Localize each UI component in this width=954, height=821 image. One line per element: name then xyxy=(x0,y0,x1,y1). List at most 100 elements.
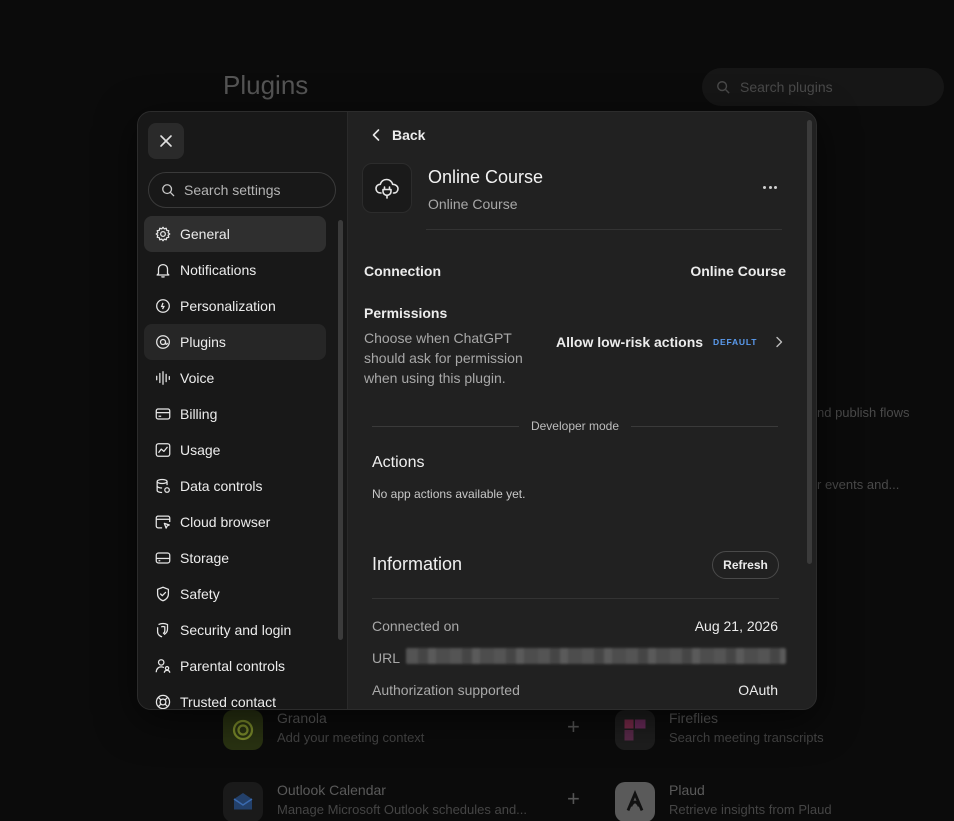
sidebar-item-voice[interactable]: Voice xyxy=(144,360,326,396)
sidebar-item-label: Voice xyxy=(180,370,215,386)
developer-mode-divider: Developer mode xyxy=(372,418,778,434)
search-icon xyxy=(162,184,175,197)
sidebar-scrollbar[interactable] xyxy=(338,220,343,640)
connected-on-label: Connected on xyxy=(372,618,460,634)
developer-mode-label: Developer mode xyxy=(530,419,620,433)
plugin-detail-panel: Back Online Course Online Course Connect… xyxy=(348,112,816,709)
settings-search-input[interactable] xyxy=(184,182,324,198)
sidebar-item-general[interactable]: General xyxy=(144,216,326,252)
add-plugin-button[interactable]: + xyxy=(567,786,580,812)
sidebar-item-label: Safety xyxy=(180,586,220,602)
sidebar-item-personalization[interactable]: Personalization xyxy=(144,288,326,324)
granola-logo-icon xyxy=(223,710,263,750)
sidebar-item-label: Cloud browser xyxy=(180,514,271,530)
chevron-left-icon xyxy=(372,129,380,141)
actions-empty-text: No app actions available yet. xyxy=(372,487,526,501)
sidebar-item-label: Usage xyxy=(180,442,221,458)
sidebar-item-safety[interactable]: Safety xyxy=(144,576,326,612)
more-dot-icon xyxy=(763,185,766,189)
content-scrollbar[interactable] xyxy=(807,120,812,564)
cloud-plug-icon xyxy=(375,178,399,199)
plugin-card-desc: Retrieve insights from Plaud xyxy=(669,802,832,817)
plugin-name: Online Course xyxy=(428,167,544,187)
permissions-label: Permissions xyxy=(364,305,448,321)
sidebar-item-label: Security and login xyxy=(180,622,292,638)
plugins-search-placeholder: Search plugins xyxy=(740,79,833,95)
actions-title: Actions xyxy=(372,454,425,471)
chart-icon xyxy=(155,443,171,457)
add-plugin-button[interactable]: + xyxy=(567,714,580,740)
plugin-subtitle: Online Course xyxy=(428,196,518,212)
sidebar-item-billing[interactable]: Billing xyxy=(144,396,326,432)
background-peek-text: r events and... xyxy=(817,477,900,492)
plugin-card-desc: Add your meeting context xyxy=(277,730,425,745)
close-button[interactable] xyxy=(148,123,184,159)
fireflies-logo-icon xyxy=(615,710,655,750)
sidebar-item-plugins[interactable]: Plugins xyxy=(144,324,326,360)
sidebar-item-cloud-browser[interactable]: Cloud browser xyxy=(144,504,326,540)
information-title: Information xyxy=(372,554,463,574)
refresh-button[interactable]: Refresh xyxy=(712,551,779,579)
sidebar-item-security-and-login[interactable]: Security and login xyxy=(144,612,326,648)
permissions-value: Allow low-risk actions xyxy=(556,334,704,350)
chevron-right-icon xyxy=(776,336,783,348)
settings-nav: General Notifications Personalization Pl… xyxy=(144,216,326,710)
sidebar-item-label: Storage xyxy=(180,550,230,566)
default-badge: DEFAULT xyxy=(713,337,758,347)
more-dot-icon xyxy=(768,185,772,189)
back-label: Back xyxy=(392,127,426,143)
connection-value: Online Course xyxy=(690,263,786,279)
sidebar-item-label: Billing xyxy=(180,406,218,422)
more-dot-icon xyxy=(774,185,777,189)
sidebar-item-label: Personalization xyxy=(180,298,276,314)
storage-icon xyxy=(155,552,171,564)
connected-on-value: Aug 21, 2026 xyxy=(694,618,778,634)
more-options-button[interactable] xyxy=(758,177,782,197)
sidebar-item-notifications[interactable]: Notifications xyxy=(144,252,326,288)
plugin-card-outlook[interactable]: Outlook Calendar Manage Microsoft Outlook… xyxy=(223,782,527,821)
plugin-card-granola[interactable]: Granola Add your meeting context xyxy=(223,710,424,750)
personalization-icon xyxy=(156,299,170,313)
settings-sidebar: General Notifications Personalization Pl… xyxy=(138,112,348,709)
settings-search-field[interactable] xyxy=(148,172,336,208)
database-icon xyxy=(156,478,170,494)
close-icon xyxy=(160,135,172,147)
permissions-description: Choose when ChatGPT should ask for permi… xyxy=(364,330,523,386)
sidebar-item-storage[interactable]: Storage xyxy=(144,540,326,576)
plugins-search-input[interactable]: Search plugins xyxy=(702,68,944,106)
authorization-label: Authorization supported xyxy=(372,682,520,698)
plugin-card-title: Outlook Calendar xyxy=(277,782,386,798)
background-peek-text: nd publish flows xyxy=(817,405,910,420)
permissions-select[interactable]: Allow low-risk actions DEFAULT xyxy=(556,334,783,350)
url-value-redacted xyxy=(406,648,786,664)
divider-line xyxy=(372,425,519,427)
search-icon xyxy=(717,81,730,94)
sidebar-item-parental-controls[interactable]: Parental controls xyxy=(144,648,326,684)
plugin-icon xyxy=(362,163,412,213)
url-label: URL xyxy=(372,650,401,666)
plugin-card-title: Plaud xyxy=(669,782,705,798)
lifebuoy-icon xyxy=(155,694,171,709)
sidebar-item-label: Plugins xyxy=(180,334,226,350)
plaud-logo-icon xyxy=(615,782,655,821)
security-icon xyxy=(156,622,169,638)
sidebar-item-label: Parental controls xyxy=(180,658,286,674)
parental-icon xyxy=(155,659,171,673)
plugin-card-plaud[interactable]: Plaud Retrieve insights from Plaud xyxy=(615,782,832,821)
plugin-card-title: Granola xyxy=(277,710,327,726)
credit-card-icon xyxy=(155,408,171,420)
sidebar-item-label: Notifications xyxy=(180,262,257,278)
sidebar-item-usage[interactable]: Usage xyxy=(144,432,326,468)
divider xyxy=(426,229,782,230)
sidebar-item-trusted-contact[interactable]: Trusted contact xyxy=(144,684,326,710)
sidebar-item-data-controls[interactable]: Data controls xyxy=(144,468,326,504)
sidebar-item-label: Data controls xyxy=(180,478,263,494)
authorization-value: OAuth xyxy=(738,682,778,698)
shield-icon xyxy=(156,586,170,602)
plugin-card-fireflies[interactable]: Fireflies Search meeting transcripts xyxy=(615,710,824,750)
settings-modal: General Notifications Personalization Pl… xyxy=(137,111,817,710)
divider-line xyxy=(631,425,778,427)
back-button[interactable]: Back xyxy=(370,127,425,143)
sidebar-item-label: Trusted contact xyxy=(180,694,276,710)
bell-icon xyxy=(156,263,170,278)
